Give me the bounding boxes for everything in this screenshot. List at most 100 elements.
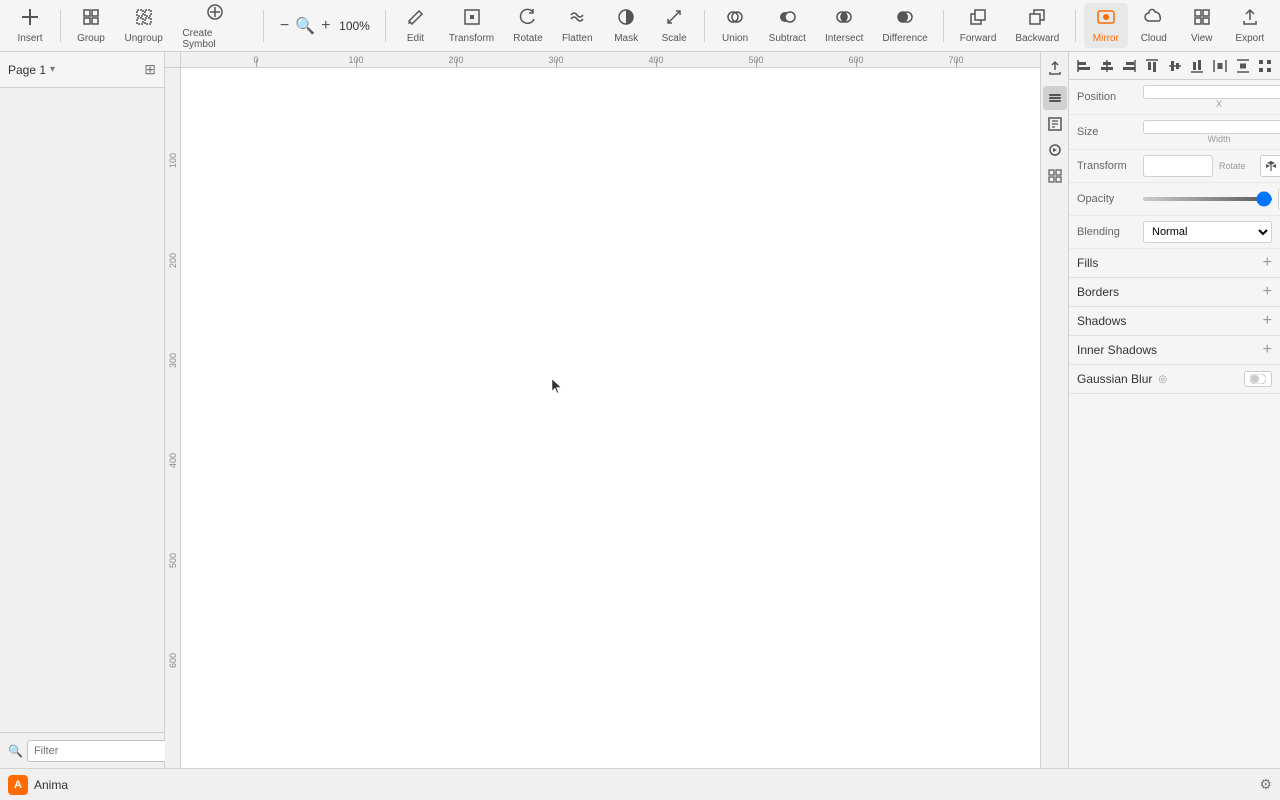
union-button[interactable]: Union <box>713 3 757 48</box>
tidy-up-button[interactable] <box>1254 55 1276 77</box>
sep4 <box>704 10 705 42</box>
group-button[interactable]: Group <box>69 3 113 48</box>
distribute-h-button[interactable] <box>1209 55 1231 77</box>
borders-add-button[interactable]: + <box>1263 284 1272 300</box>
mirror-label: Mirror <box>1093 33 1119 44</box>
grid-icon-btn[interactable] <box>1043 164 1067 188</box>
position-x-group: X <box>1143 85 1280 109</box>
canvas-area[interactable]: 0 100 200 300 400 500 600 700 100 2 <box>165 52 1040 768</box>
shadows-label: Shadows <box>1077 314 1126 328</box>
zoom-minus-button[interactable]: − <box>276 15 293 37</box>
size-label: Size <box>1077 126 1137 138</box>
sep6 <box>1075 10 1076 42</box>
shadows-add-button[interactable]: + <box>1263 313 1272 329</box>
opacity-slider[interactable] <box>1143 197 1272 201</box>
align-center-h-button[interactable] <box>1096 55 1118 77</box>
page-selector[interactable]: Page 1 ▾ ⊞ <box>0 52 164 88</box>
sep2 <box>263 10 264 42</box>
prototype-icon-btn[interactable] <box>1043 138 1067 162</box>
transform-icon <box>462 7 482 31</box>
inner-shadows-section-header[interactable]: Inner Shadows + <box>1069 336 1280 365</box>
transform-row: Transform Rotate Flip <box>1069 150 1280 183</box>
align-center-v-button[interactable] <box>1164 55 1186 77</box>
position-x-input[interactable] <box>1143 85 1280 99</box>
export-button[interactable]: Export <box>1228 3 1272 48</box>
rotate-input[interactable] <box>1143 155 1213 177</box>
create-symbol-label: Create Symbol <box>182 28 247 50</box>
width-input[interactable] <box>1143 120 1280 134</box>
gaussian-blur-row: Gaussian Blur ◎ <box>1069 365 1280 394</box>
rotate-icon <box>518 7 538 31</box>
ungroup-button[interactable]: Ungroup <box>117 3 170 48</box>
mirror-button[interactable]: Mirror <box>1084 3 1128 48</box>
borders-label: Borders <box>1077 285 1119 299</box>
transform-button[interactable]: Transform <box>441 3 501 48</box>
blending-select[interactable]: Normal Multiply Screen Overlay <box>1143 221 1272 243</box>
sep1 <box>60 10 61 42</box>
mask-button[interactable]: Mask <box>604 3 648 48</box>
layer-list <box>0 88 164 732</box>
gaussian-blur-toggle[interactable] <box>1244 371 1272 387</box>
align-right-button[interactable] <box>1118 55 1140 77</box>
forward-label: Forward <box>960 33 997 44</box>
bottom-bar: A Anima ⚙ <box>0 768 1280 800</box>
zoom-plus-button[interactable]: + <box>317 15 334 37</box>
fills-section-header[interactable]: Fills + <box>1069 249 1280 278</box>
flip-group: Flip <box>1260 155 1280 177</box>
align-left-button[interactable] <box>1073 55 1095 77</box>
canvas-white[interactable] <box>181 68 1040 768</box>
inner-shadows-label: Inner Shadows <box>1077 343 1157 357</box>
intersect-label: Intersect <box>825 33 863 44</box>
subtract-button[interactable]: Subtract <box>761 3 813 48</box>
cloud-button[interactable]: Cloud <box>1132 3 1176 48</box>
filter-bar: 🔍 ✎ 0 <box>0 732 164 768</box>
mouse-cursor <box>551 378 563 394</box>
flip-h-button[interactable] <box>1260 155 1280 177</box>
scale-button[interactable]: Scale <box>652 3 696 48</box>
shadows-section-header[interactable]: Shadows + <box>1069 307 1280 336</box>
intersect-button[interactable]: Intersect <box>817 3 870 48</box>
filter-input[interactable] <box>27 740 183 762</box>
view-button[interactable]: View <box>1180 3 1224 48</box>
align-bottom-button[interactable] <box>1186 55 1208 77</box>
cloud-label: Cloud <box>1141 33 1167 44</box>
align-top-button[interactable] <box>1141 55 1163 77</box>
rotate-button[interactable]: Rotate <box>506 3 551 48</box>
position-label: Position <box>1077 91 1137 103</box>
distribute-v-button[interactable] <box>1232 55 1254 77</box>
insert-button[interactable]: Insert <box>8 3 52 48</box>
zoom-level[interactable]: 100% <box>337 19 373 33</box>
plugin-settings-button[interactable]: ⚙ <box>1259 776 1272 793</box>
zoom-icon: 🔍 <box>295 16 315 36</box>
properties-panel: Position X Y Size Width 🔒 <box>1069 52 1280 768</box>
transform-label: Transform <box>449 33 494 44</box>
inspector-icon-btn[interactable] <box>1043 112 1067 136</box>
group-icon <box>81 7 101 31</box>
plugin-icon: A <box>8 775 28 795</box>
borders-section-header[interactable]: Borders + <box>1069 278 1280 307</box>
layers-icon-btn[interactable] <box>1043 86 1067 110</box>
edit-button[interactable]: Edit <box>393 3 437 48</box>
backward-button[interactable]: Backward <box>1008 3 1067 48</box>
width-label: Width <box>1143 134 1280 144</box>
difference-button[interactable]: Difference <box>875 3 935 48</box>
filter-search-icon: 🔍 <box>8 744 23 758</box>
create-symbol-button[interactable]: Create Symbol <box>174 0 255 54</box>
blending-label: Blending <box>1077 226 1137 238</box>
ungroup-label: Ungroup <box>125 33 163 44</box>
inner-shadows-add-button[interactable]: + <box>1263 342 1272 358</box>
edit-label: Edit <box>407 33 424 44</box>
page-dropdown-arrow[interactable]: ▾ <box>50 64 55 75</box>
upload-icon-btn[interactable] <box>1043 56 1067 80</box>
difference-label: Difference <box>882 33 927 44</box>
align-bar <box>1069 52 1280 80</box>
flatten-button[interactable]: Flatten <box>554 3 600 48</box>
create-symbol-icon <box>205 2 225 26</box>
fills-add-button[interactable]: + <box>1263 255 1272 271</box>
toolbar: Insert Group Ungroup Create Symbol − 🔍 +… <box>0 0 1280 52</box>
forward-button[interactable]: Forward <box>952 3 1004 48</box>
rotate-label: Rotate <box>513 33 542 44</box>
position-row: Position X Y <box>1069 80 1280 115</box>
page-add-icon[interactable]: ⊞ <box>144 61 156 78</box>
main-area: Page 1 ▾ ⊞ 🔍 ✎ 0 0 100 <box>0 52 1280 768</box>
